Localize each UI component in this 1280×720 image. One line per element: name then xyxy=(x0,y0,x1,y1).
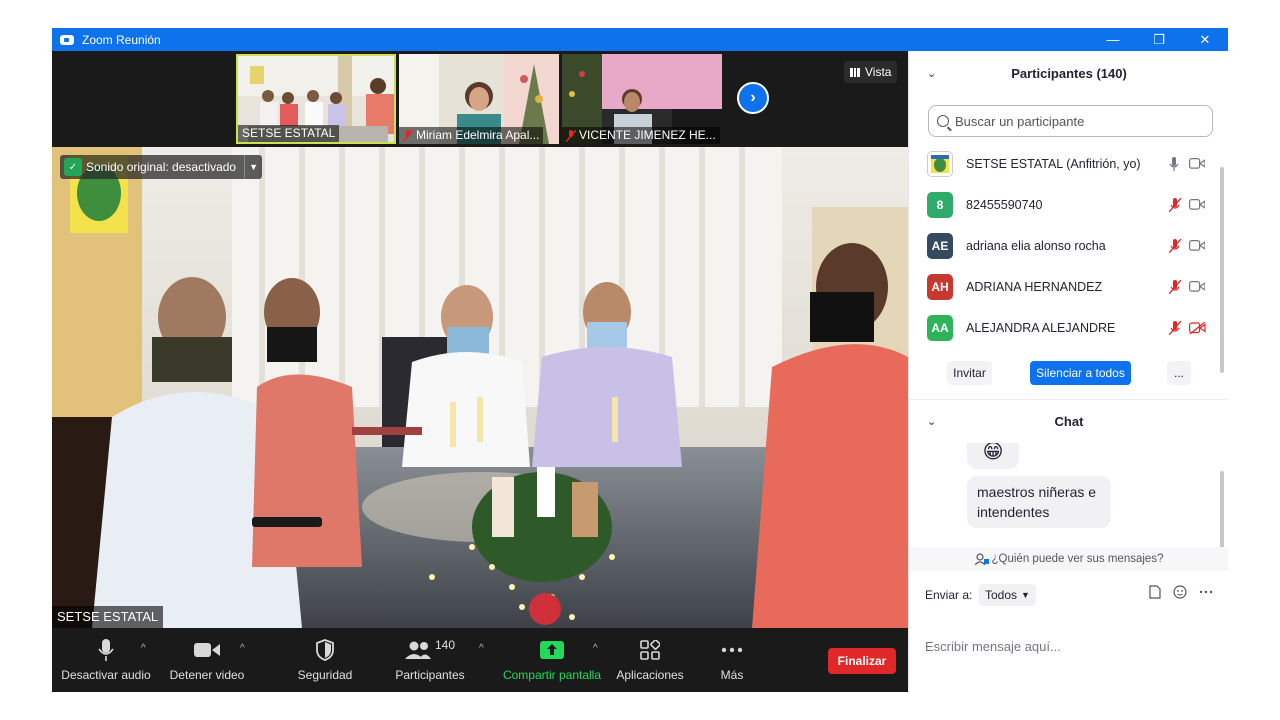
participant-row[interactable]: AA ALEJANDRA ALEJANDRE xyxy=(909,307,1221,343)
active-speaker-label: SETSE ESTATAL xyxy=(52,606,164,628)
more-dots-icon[interactable] xyxy=(1199,585,1213,599)
mic-muted-icon[interactable] xyxy=(1169,238,1181,253)
participant-row[interactable]: AH ADRIANA HERNANDEZ xyxy=(909,266,1221,307)
original-sound-indicator[interactable]: ✓ Sonido original: desactivado ▼ xyxy=(60,155,263,179)
mic-muted-icon xyxy=(403,129,413,142)
video-thumb[interactable]: SETSE ESTATAL xyxy=(236,54,396,144)
mic-muted-icon[interactable] xyxy=(1169,279,1181,294)
invite-button[interactable]: Invitar xyxy=(947,361,992,385)
thumb-label: Miriam Edelmira Apal... xyxy=(399,127,544,144)
video-thumb[interactable]: VICENTE JIMENEZ HE... xyxy=(562,54,722,144)
file-icon[interactable] xyxy=(1149,585,1161,599)
participant-search[interactable]: Buscar un participante xyxy=(928,105,1213,137)
participant-row[interactable]: 8 82455590740 xyxy=(909,184,1221,225)
stop-video-button[interactable]: Detener video xyxy=(164,628,250,692)
restore-button[interactable]: ❐ xyxy=(1136,28,1182,51)
video-camera-icon[interactable] xyxy=(1189,281,1205,292)
meeting-stage: SETSE ESTATAL Miriam Edelmira Apal... VI… xyxy=(52,51,908,692)
thumb-label: SETSE ESTATAL xyxy=(238,125,340,142)
logo-avatar-icon xyxy=(931,154,949,173)
side-panel: ⌄ Participantes (140) Buscar un particip… xyxy=(908,51,1228,692)
speaker-video xyxy=(52,147,908,628)
avatar: 8 xyxy=(927,191,953,218)
avatar: AE xyxy=(927,232,953,259)
shield-icon xyxy=(316,639,334,661)
grid-view-icon xyxy=(850,67,860,77)
participants-scrollbar[interactable] xyxy=(1220,167,1224,373)
zoom-logo-icon xyxy=(60,34,74,45)
divider xyxy=(909,399,1228,400)
end-meeting-button[interactable]: Finalizar xyxy=(828,648,896,674)
thumb-label: VICENTE JIMENEZ HE... xyxy=(562,127,720,144)
chevron-up-icon[interactable]: ^ xyxy=(479,643,484,654)
person-lock-icon xyxy=(974,553,989,565)
chevron-up-icon[interactable]: ^ xyxy=(593,643,598,654)
mute-audio-button[interactable]: Desactivar audio xyxy=(60,628,152,692)
chevron-down-icon[interactable]: ⌄ xyxy=(927,67,936,80)
mic-muted-icon[interactable] xyxy=(1169,320,1181,335)
more-options-button[interactable]: ... xyxy=(1167,361,1191,385)
share-screen-icon xyxy=(540,641,564,659)
participants-button[interactable]: 140 Participantes xyxy=(388,628,472,692)
video-off-icon[interactable] xyxy=(1189,321,1206,334)
more-button[interactable]: Más xyxy=(708,628,756,692)
avatar xyxy=(927,150,953,177)
video-camera-icon[interactable] xyxy=(1189,240,1205,251)
chat-tools xyxy=(1149,585,1213,599)
search-icon xyxy=(937,115,949,127)
zoom-window: Zoom Reunión — ❐ ✕ SETSE ESTATAL Miriam … xyxy=(52,28,1228,692)
video-camera-icon[interactable] xyxy=(1189,158,1205,169)
chevron-up-icon[interactable]: ^ xyxy=(141,643,146,654)
shield-check-icon: ✓ xyxy=(64,158,82,176)
chevron-down-icon[interactable]: ⌄ xyxy=(927,415,936,428)
chevron-down-icon[interactable]: ▼ xyxy=(244,155,262,179)
title-bar: Zoom Reunión — ❐ ✕ xyxy=(52,28,1228,51)
apps-icon xyxy=(640,640,660,660)
chat-messages: 😁 maestros niñeras e intendentes xyxy=(909,443,1221,543)
video-camera-icon[interactable] xyxy=(1189,199,1205,210)
video-thumb[interactable]: Miriam Edelmira Apal... xyxy=(399,54,559,144)
chevron-right-icon[interactable]: › xyxy=(737,82,769,114)
more-dots-icon xyxy=(721,647,743,653)
participant-list: SETSE ESTATAL (Anfitrión, yo) 8 82455590… xyxy=(909,143,1221,343)
chat-message: 😁 xyxy=(967,443,1019,469)
participant-actions: Invitar Silenciar a todos ... xyxy=(909,361,1228,387)
main-video: ✓ Sonido original: desactivado ▼ SETSE E… xyxy=(52,147,908,628)
microphone-icon xyxy=(98,639,114,661)
window-title: Zoom Reunión xyxy=(82,32,161,47)
video-camera-icon xyxy=(194,643,220,657)
mute-all-button[interactable]: Silenciar a todos xyxy=(1030,361,1131,385)
avatar: AA xyxy=(927,314,953,341)
participant-row[interactable]: AE adriana elia alonso rocha xyxy=(909,225,1221,266)
filmstrip: SETSE ESTATAL Miriam Edelmira Apal... VI… xyxy=(52,51,908,147)
mic-muted-icon[interactable] xyxy=(1169,197,1181,212)
send-to-row: Enviar a: Todos ▼ xyxy=(909,583,1228,607)
share-screen-button[interactable]: Compartir pantalla xyxy=(498,628,606,692)
emoji-icon[interactable] xyxy=(1173,585,1187,599)
chevron-up-icon[interactable]: ^ xyxy=(240,643,245,654)
send-to-select[interactable]: Todos ▼ xyxy=(979,584,1036,606)
participants-icon xyxy=(404,641,431,659)
mic-muted-icon xyxy=(566,129,576,142)
meeting-controls: Desactivar audio ^ Detener video ^ Segur… xyxy=(52,628,908,692)
view-button[interactable]: Vista xyxy=(844,61,898,83)
participants-panel-header: ⌄ Participantes (140) xyxy=(927,65,1127,81)
avatar: AH xyxy=(927,273,953,300)
close-button[interactable]: ✕ xyxy=(1182,28,1228,51)
minimize-button[interactable]: — xyxy=(1090,28,1136,51)
chat-message-input[interactable] xyxy=(925,635,1215,657)
chat-panel-header: ⌄ Chat xyxy=(927,413,1084,429)
chat-message: maestros niñeras e intendentes xyxy=(967,476,1111,528)
participant-row[interactable]: SETSE ESTATAL (Anfitrión, yo) xyxy=(909,143,1221,184)
security-button[interactable]: Seguridad xyxy=(288,628,362,692)
who-can-see-link[interactable]: ¿Quién puede ver sus mensajes? xyxy=(909,547,1228,571)
chevron-down-icon: ▼ xyxy=(1021,590,1030,600)
apps-button[interactable]: Aplicaciones xyxy=(612,628,688,692)
microphone-icon[interactable] xyxy=(1169,156,1179,171)
participants-count: 140 xyxy=(434,638,456,652)
